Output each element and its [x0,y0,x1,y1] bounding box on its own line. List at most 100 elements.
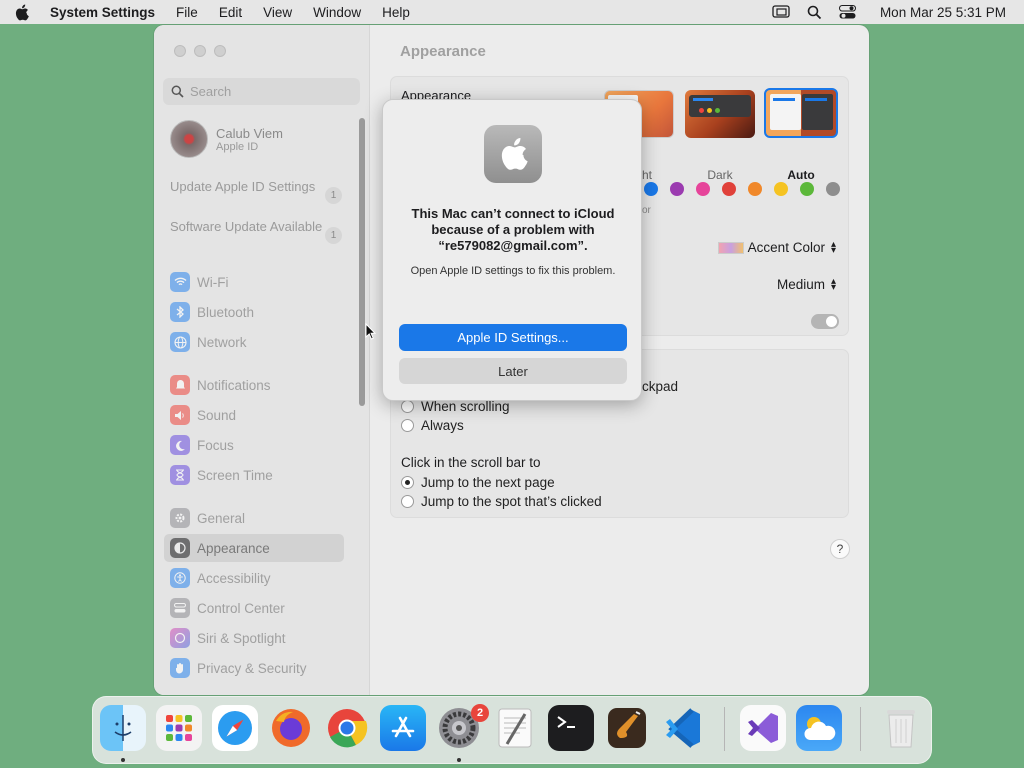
sidebar-item-sound[interactable]: Sound [164,401,344,429]
apple-id-profile[interactable]: Calub Viem Apple ID [170,120,283,158]
menu-bar: System Settings File Edit View Window He… [0,0,1024,24]
search-input[interactable]: Search [163,78,360,105]
dock-weather-icon[interactable] [796,705,842,751]
sidebar-item-siri-spotlight[interactable]: Siri & Spotlight [164,624,344,652]
apple-id-settings-button[interactable]: Apple ID Settings... [399,324,627,351]
siri-icon [170,628,190,648]
accent-pink-swatch[interactable] [696,182,710,196]
accessibility-icon [170,568,190,588]
sidebar-item-control-center[interactable]: Control Center [164,594,344,622]
globe-icon [170,332,190,352]
scroll-when-scrolling-radio[interactable]: When scrolling [401,399,510,414]
notice-count-badge: 1 [325,227,342,244]
wallpaper-tinting-toggle[interactable] [811,314,839,329]
sidebar-item-network[interactable]: Network [164,328,344,356]
sidebar-item-label: Sound [197,407,237,423]
scroll-always-radio[interactable]: Always [401,418,464,433]
click-scroll-label: Click in the scroll bar to [401,455,541,470]
appearance-auto-label: Auto [787,168,815,182]
dock-app-store-icon[interactable] [380,705,426,751]
dock-finder-icon[interactable] [100,705,146,751]
accent-graphite-swatch[interactable] [826,182,840,196]
alert-title: This Mac can’t connect to iCloud because… [411,206,615,253]
profile-subtitle: Apple ID [216,140,259,153]
sidebar-item-screen-time[interactable]: Screen Time [164,461,344,489]
software-update-notice[interactable]: Software Update Available 1 [170,219,350,244]
sidebar-item-accessibility[interactable]: Accessibility [164,564,344,592]
menu-help[interactable]: Help [382,5,410,20]
wifi-icon [170,272,190,292]
profile-name: Calub Viem [216,125,283,141]
notice-label: Software Update Available [170,219,323,234]
bell-icon [170,375,190,395]
control-center-icon [170,598,190,618]
radio-button [401,400,414,413]
dock-separator [724,707,725,751]
update-apple-id-notice[interactable]: Update Apple ID Settings 1 [170,179,350,204]
sidebar-icon-size-value: Medium [776,277,825,292]
dock-visual-studio-icon[interactable] [740,705,786,751]
control-center-icon[interactable] [838,5,856,19]
dock-garageband-icon[interactable] [604,705,650,751]
appearance-auto-option[interactable] [764,88,838,138]
apple-menu-icon[interactable] [14,4,32,21]
sidebar-item-general[interactable]: General [164,504,344,532]
running-indicator [121,758,125,762]
sidebar-item-privacy-security[interactable]: Privacy & Security [164,654,344,682]
sidebar-item-bluetooth[interactable]: Bluetooth [164,298,344,326]
close-window-button[interactable] [174,45,186,57]
jump-spot-clicked-radio[interactable]: Jump to the spot that’s clicked [401,494,602,509]
search-icon [171,85,184,98]
dock-chrome-icon[interactable] [324,705,370,751]
radio-button [401,419,414,432]
dock-textedit-icon[interactable] [492,705,538,751]
help-button[interactable]: ? [830,539,850,559]
accent-green-swatch[interactable] [800,182,814,196]
menu-view[interactable]: View [263,5,292,20]
dock-safari-icon[interactable] [212,705,258,751]
sidebar-icon-size-popup[interactable]: Medium ▴ ▾ [776,275,836,293]
sidebar-scrollbar[interactable] [359,118,365,406]
appearance-dark-label: Dark [707,168,733,182]
jump-next-page-radio[interactable]: Jump to the next page [401,475,555,490]
sidebar-item-label: Bluetooth [197,304,255,320]
later-button[interactable]: Later [399,358,627,384]
menu-clock[interactable]: Mon Mar 25 5:31 PM [880,5,1006,20]
appearance-dark-option[interactable] [685,90,755,138]
moon-icon [170,435,190,455]
notice-count-badge: 1 [325,187,342,204]
dock-launchpad-icon[interactable] [156,705,202,751]
radio-label: Jump to the spot that’s clicked [421,494,602,509]
sidebar-item-label: Privacy & Security [197,660,307,676]
spotlight-search-icon[interactable] [807,5,822,20]
radio-label: When scrolling [421,399,510,414]
sidebar-item-focus[interactable]: Focus [164,431,344,459]
dock-firefox-icon[interactable] [268,705,314,751]
screen-mirroring-icon[interactable] [772,5,790,19]
dock-trash-icon[interactable] [878,705,924,751]
updown-chevron-icon: ▴ ▾ [830,238,836,256]
accent-yellow-swatch[interactable] [774,182,788,196]
sidebar-item-wifi[interactable]: Wi-Fi [164,268,344,296]
menu-edit[interactable]: Edit [219,5,242,20]
dock-vscode-icon[interactable] [660,705,706,751]
window-controls [174,45,234,57]
accent-orange-swatch[interactable] [748,182,762,196]
highlight-color-popup[interactable]: Accent Color ▴ ▾ [717,238,836,256]
sidebar-item-appearance[interactable]: Appearance [164,534,344,562]
zoom-window-button[interactable] [214,45,226,57]
accent-blue-swatch[interactable] [644,182,658,196]
menu-window[interactable]: Window [313,5,361,20]
dock-terminal-icon[interactable] [548,705,594,751]
hourglass-icon [170,465,190,485]
radio-label: Jump to the next page [421,475,555,490]
minimize-window-button[interactable] [194,45,206,57]
updown-chevron-icon: ▴ ▾ [830,275,836,293]
sidebar-item-notifications[interactable]: Notifications [164,371,344,399]
menu-file[interactable]: File [176,5,198,20]
show-scroll-label-partial: ckpad [642,379,679,394]
accent-purple-swatch[interactable] [670,182,684,196]
accent-red-swatch[interactable] [722,182,736,196]
notification-badge: 2 [471,704,489,722]
menu-app-name[interactable]: System Settings [50,5,155,20]
